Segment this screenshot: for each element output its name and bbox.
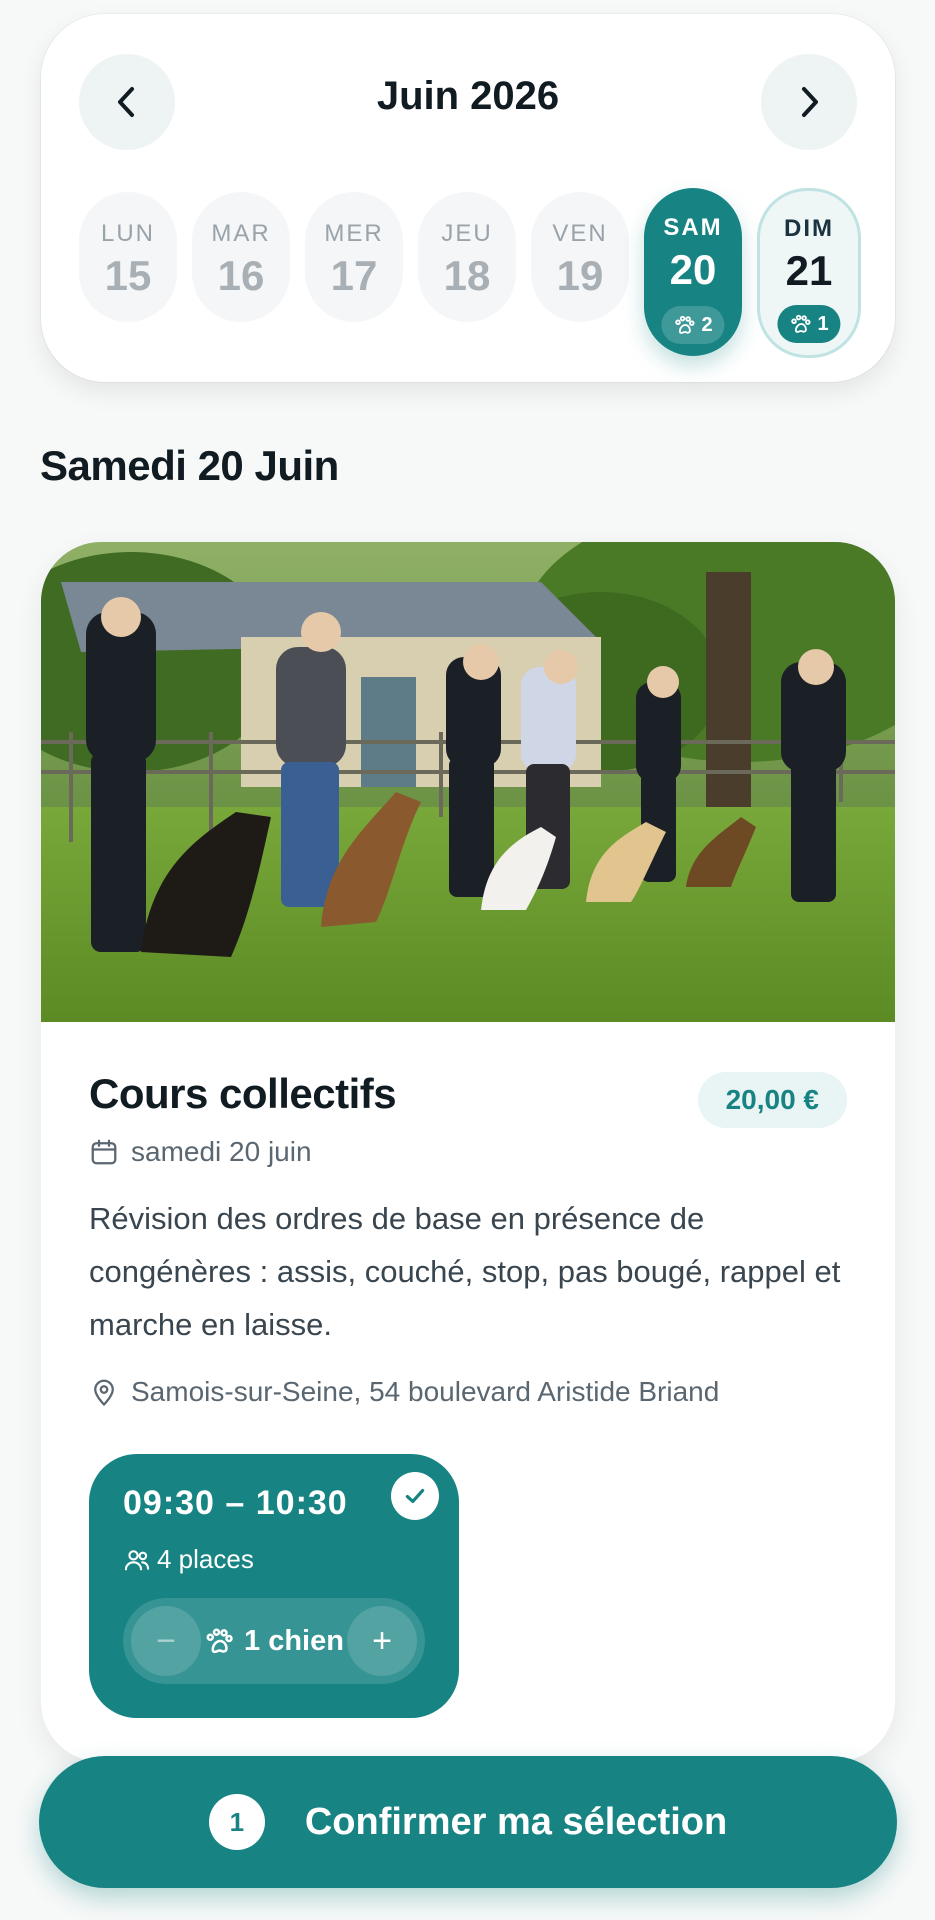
day-mer-17[interactable]: MER 17 (305, 192, 403, 322)
increment-button[interactable]: + (347, 1606, 417, 1676)
calendar-icon (91, 1139, 117, 1165)
day-name: MER (324, 220, 384, 247)
selection-count-badge: 1 (208, 1794, 265, 1850)
day-number: 17 (330, 252, 378, 299)
location-pin-icon (94, 1379, 114, 1407)
time-slot-card[interactable]: 09:30 – 10:30 4 places − 1 chien + (89, 1454, 459, 1718)
day-number: 20 (669, 246, 717, 293)
day-lun-15[interactable]: LUN 15 (79, 192, 177, 322)
availability-badge: 1 (777, 305, 841, 343)
day-number: 15 (104, 252, 152, 299)
day-name: SAM (663, 214, 723, 241)
course-description: Révision des ordres de base en présence … (89, 1201, 841, 1342)
paw-icon (791, 314, 811, 333)
chevron-right-icon (802, 87, 818, 117)
badge-count: 2 (701, 313, 713, 336)
decrement-button[interactable]: − (131, 1606, 201, 1676)
day-dim-21[interactable]: DIM 21 1 (757, 188, 861, 358)
badge-count: 1 (817, 312, 829, 335)
course-title: Cours collectifs (89, 1070, 397, 1117)
day-name: JEU (441, 220, 493, 247)
dog-count-text: 1 chien (244, 1624, 344, 1657)
course-card: Cours collectifs 20,00 € samedi 20 juin … (41, 542, 895, 1762)
course-location: Samois-sur-Seine, 54 boulevard Aristide … (89, 1376, 719, 1408)
day-mar-16[interactable]: MAR 16 (192, 192, 290, 322)
slot-time: 09:30 – 10:30 (123, 1484, 348, 1522)
price-badge: 20,00 € (697, 1072, 847, 1128)
day-number: 19 (556, 252, 604, 299)
paw-icon (675, 315, 695, 334)
course-photo (41, 542, 895, 1022)
selected-check-icon (391, 1472, 439, 1520)
course-date-text: samedi 20 juin (131, 1136, 312, 1167)
day-number: 21 (785, 247, 833, 294)
slot-places-text: 4 places (157, 1544, 254, 1574)
day-name: LUN (100, 220, 155, 247)
dog-count-stepper: − 1 chien + (123, 1598, 425, 1684)
next-month-button[interactable] (761, 54, 857, 150)
availability-badge: 2 (661, 306, 725, 344)
paw-icon (206, 1628, 233, 1654)
day-ven-19[interactable]: VEN 19 (531, 192, 629, 322)
confirm-selection-button[interactable]: 1 Confirmer ma sélection (39, 1756, 897, 1888)
day-name: MAR (211, 220, 271, 247)
selected-date-heading: Samedi 20 Juin (40, 442, 339, 489)
day-number: 16 (217, 252, 265, 299)
dog-count: 1 chien (201, 1598, 347, 1684)
course-date: samedi 20 juin (89, 1136, 312, 1168)
course-location-text: Samois-sur-Seine, 54 boulevard Aristide … (131, 1376, 720, 1407)
day-sam-20[interactable]: SAM 20 2 (644, 188, 742, 356)
day-jeu-18[interactable]: JEU 18 (418, 192, 516, 322)
day-name: DIM (784, 215, 834, 242)
day-number: 18 (443, 252, 491, 299)
confirm-label: Confirmer ma sélection (304, 1800, 728, 1843)
day-name: VEN (552, 220, 608, 247)
calendar-card: Juin 2026 LUN 15 MAR 16 MER 17 JEU 18 VE… (41, 14, 895, 382)
slot-places: 4 places (123, 1544, 254, 1575)
users-icon (124, 1549, 150, 1570)
